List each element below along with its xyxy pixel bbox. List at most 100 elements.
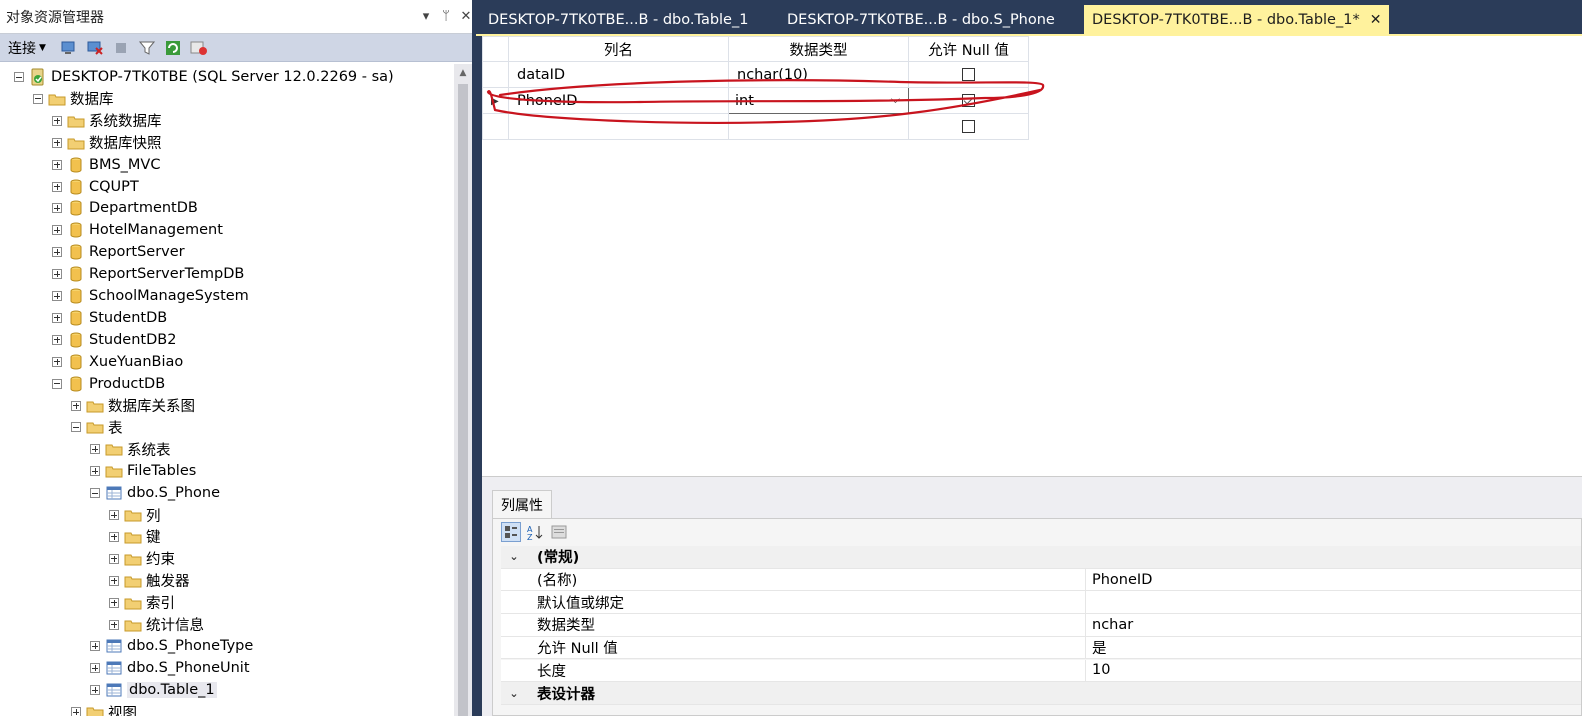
tree-node[interactable]: 列 — [109, 504, 161, 526]
allow-null-cell[interactable] — [908, 113, 1029, 140]
expand-icon[interactable] — [52, 181, 62, 192]
column-name-cell[interactable]: PhoneID — [508, 87, 729, 114]
property-row[interactable]: 允许 Null 值 是 — [501, 636, 1581, 660]
expand-icon[interactable] — [52, 312, 62, 323]
categorized-icon[interactable] — [501, 522, 521, 542]
tree-node[interactable]: BMS_MVC — [52, 154, 160, 176]
expand-icon[interactable] — [90, 466, 100, 477]
expand-icon[interactable] — [71, 400, 81, 411]
designer-splitter[interactable] — [482, 476, 1582, 484]
property-value[interactable] — [1085, 591, 1581, 614]
row-selector[interactable] — [482, 113, 509, 140]
collapse-icon[interactable] — [33, 93, 43, 104]
connect-server-icon[interactable] — [60, 39, 78, 57]
tree-node[interactable]: DepartmentDB — [52, 197, 198, 219]
tree-node[interactable]: StudentDB — [52, 307, 167, 329]
expand-icon[interactable] — [52, 159, 62, 170]
tree-node[interactable]: 约束 — [109, 548, 175, 570]
data-type-dropdown[interactable]: int ⌵ — [728, 87, 909, 114]
sort-alphabetical-icon[interactable]: AZ — [525, 522, 545, 542]
expand-icon[interactable] — [52, 334, 62, 345]
expand-icon[interactable] — [52, 115, 62, 126]
tree-node[interactable]: dbo.S_Phone — [90, 482, 220, 504]
expand-icon[interactable] — [109, 575, 119, 586]
tree-node[interactable]: HotelManagement — [52, 219, 223, 241]
expand-icon[interactable] — [52, 137, 62, 148]
panel-splitter[interactable] — [472, 0, 476, 716]
tree-node[interactable]: CQUPT — [52, 176, 139, 198]
property-value[interactable]: 是 — [1085, 636, 1581, 659]
scroll-up-icon[interactable]: ▲ — [454, 64, 472, 82]
chevron-down-icon[interactable]: ⌄ — [501, 550, 527, 563]
expand-icon[interactable] — [109, 619, 119, 630]
expand-icon[interactable] — [71, 707, 81, 716]
scrollbar-thumb[interactable] — [458, 84, 468, 716]
allow-null-checkbox[interactable] — [962, 120, 975, 133]
expand-icon[interactable] — [109, 531, 119, 542]
expand-icon[interactable] — [52, 203, 62, 214]
disconnect-server-icon[interactable] — [86, 39, 104, 57]
expand-icon[interactable] — [52, 291, 62, 301]
tree-node[interactable]: dbo.S_PhoneType — [90, 635, 253, 657]
expand-icon[interactable] — [52, 269, 62, 280]
stop-icon[interactable] — [112, 39, 130, 57]
collapse-icon[interactable] — [14, 72, 24, 82]
data-type-cell[interactable] — [728, 113, 909, 140]
expand-icon[interactable] — [109, 553, 119, 564]
expand-icon[interactable] — [90, 685, 100, 696]
allow-null-cell[interactable] — [908, 87, 1029, 114]
allow-null-checkbox[interactable] — [962, 94, 975, 107]
property-row[interactable]: (名称) PhoneID — [501, 568, 1581, 592]
row-selector[interactable] — [482, 61, 509, 88]
expand-icon[interactable] — [52, 247, 62, 258]
expand-icon[interactable] — [109, 510, 119, 520]
tree-node[interactable]: ProductDB — [52, 373, 165, 395]
tree-node[interactable]: 系统数据库 — [52, 110, 162, 132]
tree-node[interactable]: dbo.Table_1 — [90, 679, 217, 701]
tree-node[interactable]: SchoolManageSystem — [52, 285, 249, 307]
object-explorer-scrollbar[interactable]: ▲ — [454, 64, 472, 716]
refresh-icon[interactable] — [164, 39, 182, 57]
tree-node[interactable]: dbo.S_PhoneUnit — [90, 657, 250, 679]
data-type-cell[interactable]: nchar(10) — [728, 61, 909, 88]
expand-icon[interactable] — [90, 663, 100, 674]
tab-table-1[interactable]: DESKTOP-7TK0TBE...B - dbo.Table_1 — [480, 5, 756, 34]
tree-node[interactable]: FileTables — [90, 460, 196, 482]
tree-node[interactable]: 键 — [109, 526, 161, 548]
connect-button[interactable]: 连接 ▼ — [8, 38, 46, 58]
property-pages-icon[interactable] — [549, 522, 569, 542]
property-row[interactable]: 长度 10 — [501, 659, 1581, 683]
property-value[interactable]: PhoneID — [1085, 568, 1581, 591]
property-row[interactable]: 数据类型 nchar — [501, 614, 1581, 637]
column-name-cell[interactable] — [508, 113, 729, 140]
collapse-icon[interactable] — [71, 422, 81, 433]
column-name-cell[interactable]: dataID — [508, 61, 729, 88]
tree-node[interactable]: 表 — [71, 416, 123, 438]
pin-icon[interactable]: ᛘ — [436, 9, 456, 24]
expand-icon[interactable] — [52, 225, 62, 236]
panel-dropdown-icon[interactable]: ▾ — [416, 9, 436, 24]
chevron-down-icon[interactable]: ⌵ — [891, 92, 900, 107]
expand-icon[interactable] — [52, 356, 62, 367]
tree-node[interactable]: 索引 — [109, 592, 175, 614]
chevron-down-icon[interactable]: ⌄ — [501, 687, 527, 700]
property-value[interactable]: 10 — [1085, 659, 1581, 682]
tree-node[interactable]: XueYuanBiao — [52, 351, 183, 373]
expand-icon[interactable] — [90, 444, 100, 455]
tree-node[interactable]: StudentDB2 — [52, 329, 176, 351]
tree-node[interactable]: ReportServerTempDB — [52, 263, 244, 285]
tree-node[interactable]: 触发器 — [109, 570, 190, 592]
tab-table-1-modified[interactable]: DESKTOP-7TK0TBE...B - dbo.Table_1* ✕ — [1084, 5, 1390, 34]
expand-icon[interactable] — [109, 597, 119, 608]
property-value[interactable]: nchar — [1085, 614, 1581, 636]
tab-column-properties[interactable]: 列属性 — [492, 490, 552, 518]
tree-node[interactable]: 视图 — [71, 701, 137, 716]
activity-monitor-icon[interactable] — [190, 39, 208, 57]
collapse-icon[interactable] — [90, 488, 100, 499]
tree-node[interactable]: 数据库 — [33, 88, 114, 110]
property-row[interactable]: 默认值或绑定 — [501, 591, 1581, 615]
property-category[interactable]: ⌄ (常规) — [501, 546, 1581, 569]
tree-node[interactable]: ReportServer — [52, 241, 185, 263]
tree-node[interactable]: 系统表 — [90, 438, 171, 460]
tree-node[interactable]: 数据库关系图 — [71, 395, 195, 417]
